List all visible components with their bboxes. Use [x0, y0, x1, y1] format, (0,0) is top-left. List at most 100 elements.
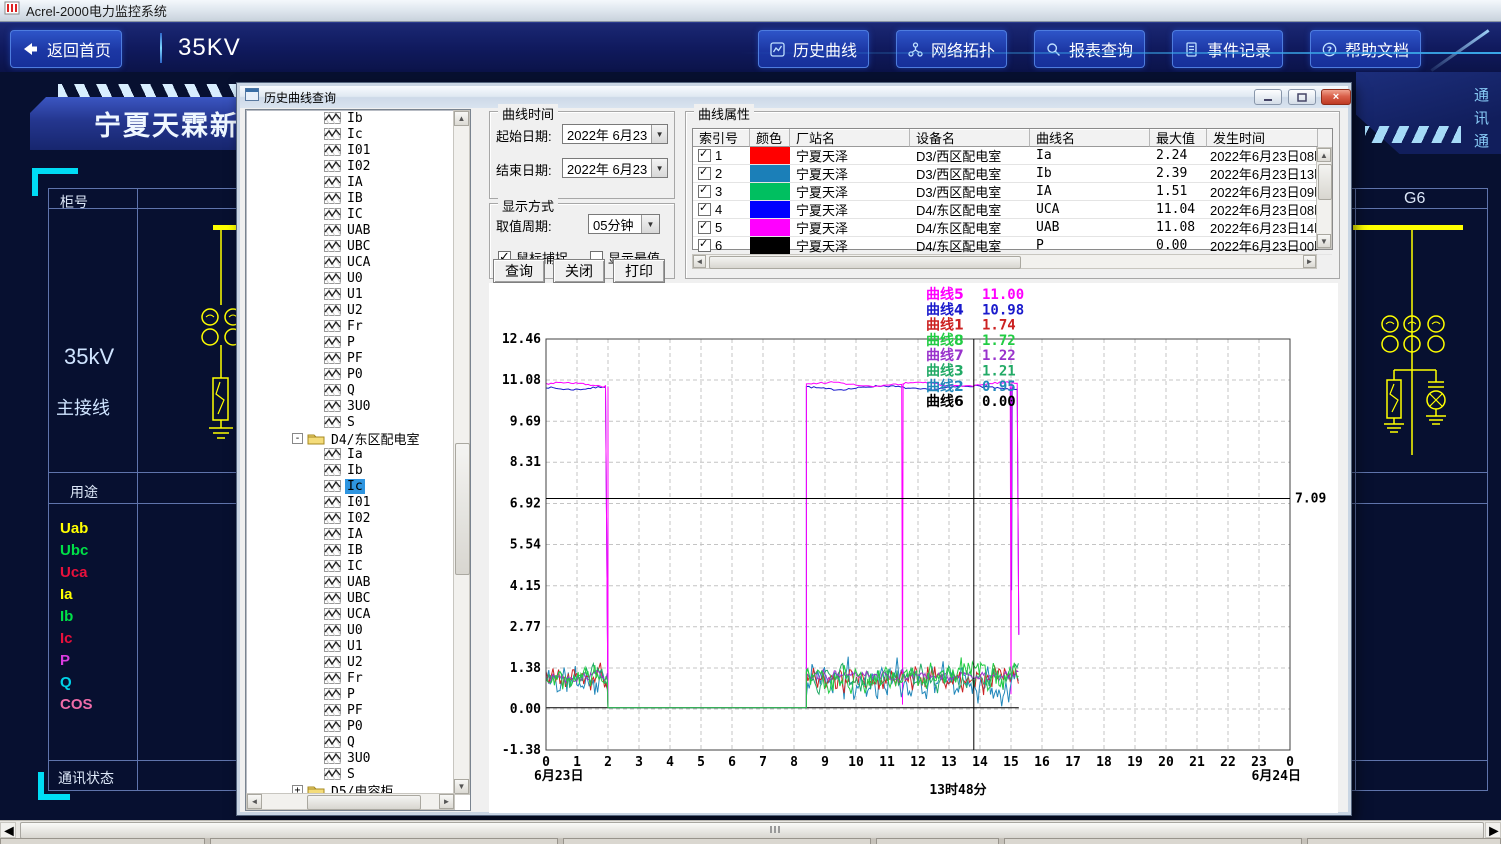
print-button[interactable]: 打印 [613, 259, 665, 283]
scroll-left-icon[interactable]: ◄ [247, 794, 262, 809]
tree-item[interactable]: Ic [246, 478, 454, 494]
chevron-down-icon[interactable]: ▼ [641, 215, 659, 233]
scroll-right-icon[interactable]: ► [439, 794, 454, 809]
tree-item[interactable]: P0 [246, 718, 454, 734]
taskbar-item[interactable] [1004, 838, 1302, 844]
tree-item[interactable]: Ic [246, 126, 454, 142]
curve-row[interactable]: 6 宁夏天泽 D4/东区配电室 P 0.00 2022年6月23日00时 [693, 237, 1332, 255]
tree-item[interactable]: P [246, 686, 454, 702]
tree-item[interactable]: PF [246, 350, 454, 366]
curve-row[interactable]: 2 宁夏天泽 D3/西区配电室 Ib 2.39 2022年6月23日13时 [693, 165, 1332, 183]
curve-visible-checkbox[interactable] [698, 165, 711, 180]
nav-network-topology-button[interactable]: 网络拓扑 [896, 30, 1007, 68]
tree-item[interactable]: UAB [246, 574, 454, 590]
tree-vertical-scrollbar[interactable]: ▲ ▼ [453, 110, 470, 795]
table-column-header[interactable]: 索引号 [693, 129, 750, 147]
tree-item[interactable]: UBC [246, 238, 454, 254]
scroll-up-icon[interactable]: ▲ [1317, 148, 1331, 162]
minimize-button[interactable] [1254, 89, 1282, 105]
chevron-down-icon[interactable]: ▼ [651, 125, 667, 143]
tree-item[interactable]: PF [246, 702, 454, 718]
tree-item[interactable]: Ia [246, 446, 454, 462]
tree-item[interactable]: U1 [246, 286, 454, 302]
taskbar-item[interactable] [210, 838, 558, 844]
collapse-icon[interactable]: - [292, 432, 303, 444]
curve-visible-checkbox[interactable] [698, 237, 711, 252]
tree-item[interactable]: P0 [246, 366, 454, 382]
tree-item[interactable]: 3U0 [246, 398, 454, 414]
scroll-left-icon[interactable]: ◄ [693, 255, 706, 268]
tree-item[interactable]: I01 [246, 494, 454, 510]
curve-visible-checkbox[interactable] [698, 147, 711, 162]
tree-item[interactable]: IA [246, 526, 454, 542]
scroll-down-icon[interactable]: ▼ [1317, 234, 1331, 248]
tree-item[interactable]: Ib [246, 110, 454, 126]
tree-item[interactable]: U0 [246, 622, 454, 638]
tree-item[interactable]: Q [246, 734, 454, 750]
curve-row[interactable]: 1 宁夏天泽 D3/西区配电室 Ia 2.24 2022年6月23日08时 [693, 147, 1332, 165]
curve-row[interactable]: 5 宁夏天泽 D4/东区配电室 UAB 11.08 2022年6月23日14时 [693, 219, 1332, 237]
tree-item[interactable]: Fr [246, 670, 454, 686]
tree-item[interactable]: UCA [246, 254, 454, 270]
taskbar-item[interactable] [1307, 838, 1501, 844]
curve-visible-checkbox[interactable] [698, 219, 711, 234]
tree-item[interactable]: IC [246, 558, 454, 574]
taskbar-item[interactable] [0, 838, 205, 844]
curve-row[interactable]: 4 宁夏天泽 D4/东区配电室 UCA 11.04 2022年6月23日08时 [693, 201, 1332, 219]
chevron-down-icon[interactable]: ▼ [651, 159, 667, 177]
curve-row[interactable]: 3 宁夏天泽 D3/西区配电室 IA 1.51 2022年6月23日09时 [693, 183, 1332, 201]
period-combo[interactable]: 05分钟 ▼ [588, 214, 660, 234]
taskbar-item[interactable] [563, 838, 871, 844]
scroll-right-icon[interactable]: ► [1303, 255, 1316, 268]
taskbar-item[interactable] [876, 838, 999, 844]
tree-item[interactable]: IC [246, 206, 454, 222]
tree-item[interactable]: UCA [246, 606, 454, 622]
tree-item[interactable]: IB [246, 190, 454, 206]
tree-item[interactable]: U1 [246, 638, 454, 654]
tree-item[interactable]: U2 [246, 302, 454, 318]
home-button[interactable]: 返回首页 [10, 30, 122, 68]
dialog-titlebar[interactable]: 历史曲线查询 [240, 86, 1348, 108]
tree-item[interactable]: U0 [246, 270, 454, 286]
scroll-up-icon[interactable]: ▲ [454, 111, 469, 126]
tree-item[interactable]: U2 [246, 654, 454, 670]
tree-item[interactable]: Q [246, 382, 454, 398]
nav-report-search-button[interactable]: 报表查询 [1034, 30, 1145, 68]
tree-item[interactable]: Ib [246, 462, 454, 478]
table-column-header[interactable]: 最大值 [1150, 129, 1207, 147]
table-column-header[interactable]: 颜色 [750, 129, 790, 147]
table-column-header[interactable]: 曲线名 [1030, 129, 1150, 147]
tree-item[interactable]: P [246, 334, 454, 350]
table-vertical-scrollbar[interactable]: ▲ ▼ [1316, 147, 1332, 249]
tree-folder[interactable]: - D4/东区配电室 [246, 430, 454, 448]
end-date-combo[interactable]: 2022年 6月23 ▼ [562, 158, 668, 178]
curve-visible-checkbox[interactable] [698, 201, 711, 216]
tree-item[interactable]: UAB [246, 222, 454, 238]
tree-item[interactable]: I02 [246, 158, 454, 174]
close-button[interactable]: × [1321, 89, 1351, 105]
tree-item[interactable]: I01 [246, 142, 454, 158]
tree-horizontal-scrollbar[interactable]: ◄ ► [246, 793, 455, 810]
scroll-down-icon[interactable]: ▼ [454, 779, 469, 794]
tree-item[interactable]: IA [246, 174, 454, 190]
tree-item[interactable]: IB [246, 542, 454, 558]
scroll-right-icon[interactable]: ► [1485, 822, 1501, 840]
table-column-header[interactable]: 发生时间 [1207, 129, 1318, 147]
tree-item[interactable]: 3U0 [246, 750, 454, 766]
close-dialog-button[interactable]: 关闭 [553, 259, 605, 283]
nav-history-curve-button[interactable]: 历史曲线 [758, 30, 869, 68]
nav-event-log-button[interactable]: 事件记录 [1172, 30, 1283, 68]
table-column-header[interactable]: 设备名 [910, 129, 1030, 147]
scroll-left-icon[interactable]: ◄ [0, 822, 17, 840]
screen-horizontal-scrollbar[interactable]: ◄ ► [0, 820, 1501, 840]
tree-item[interactable]: I02 [246, 510, 454, 526]
curve-visible-checkbox[interactable] [698, 183, 711, 198]
nav-help-doc-button[interactable]: ? 帮助文档 [1310, 30, 1421, 68]
table-horizontal-scrollbar[interactable]: ◄ ► [692, 254, 1317, 269]
table-column-header[interactable]: 厂站名 [790, 129, 910, 147]
start-date-combo[interactable]: 2022年 6月23 ▼ [562, 124, 668, 144]
query-button[interactable]: 查询 [493, 259, 545, 283]
tree-item[interactable]: UBC [246, 590, 454, 606]
tree-item[interactable]: Fr [246, 318, 454, 334]
maximize-button[interactable] [1288, 89, 1316, 105]
